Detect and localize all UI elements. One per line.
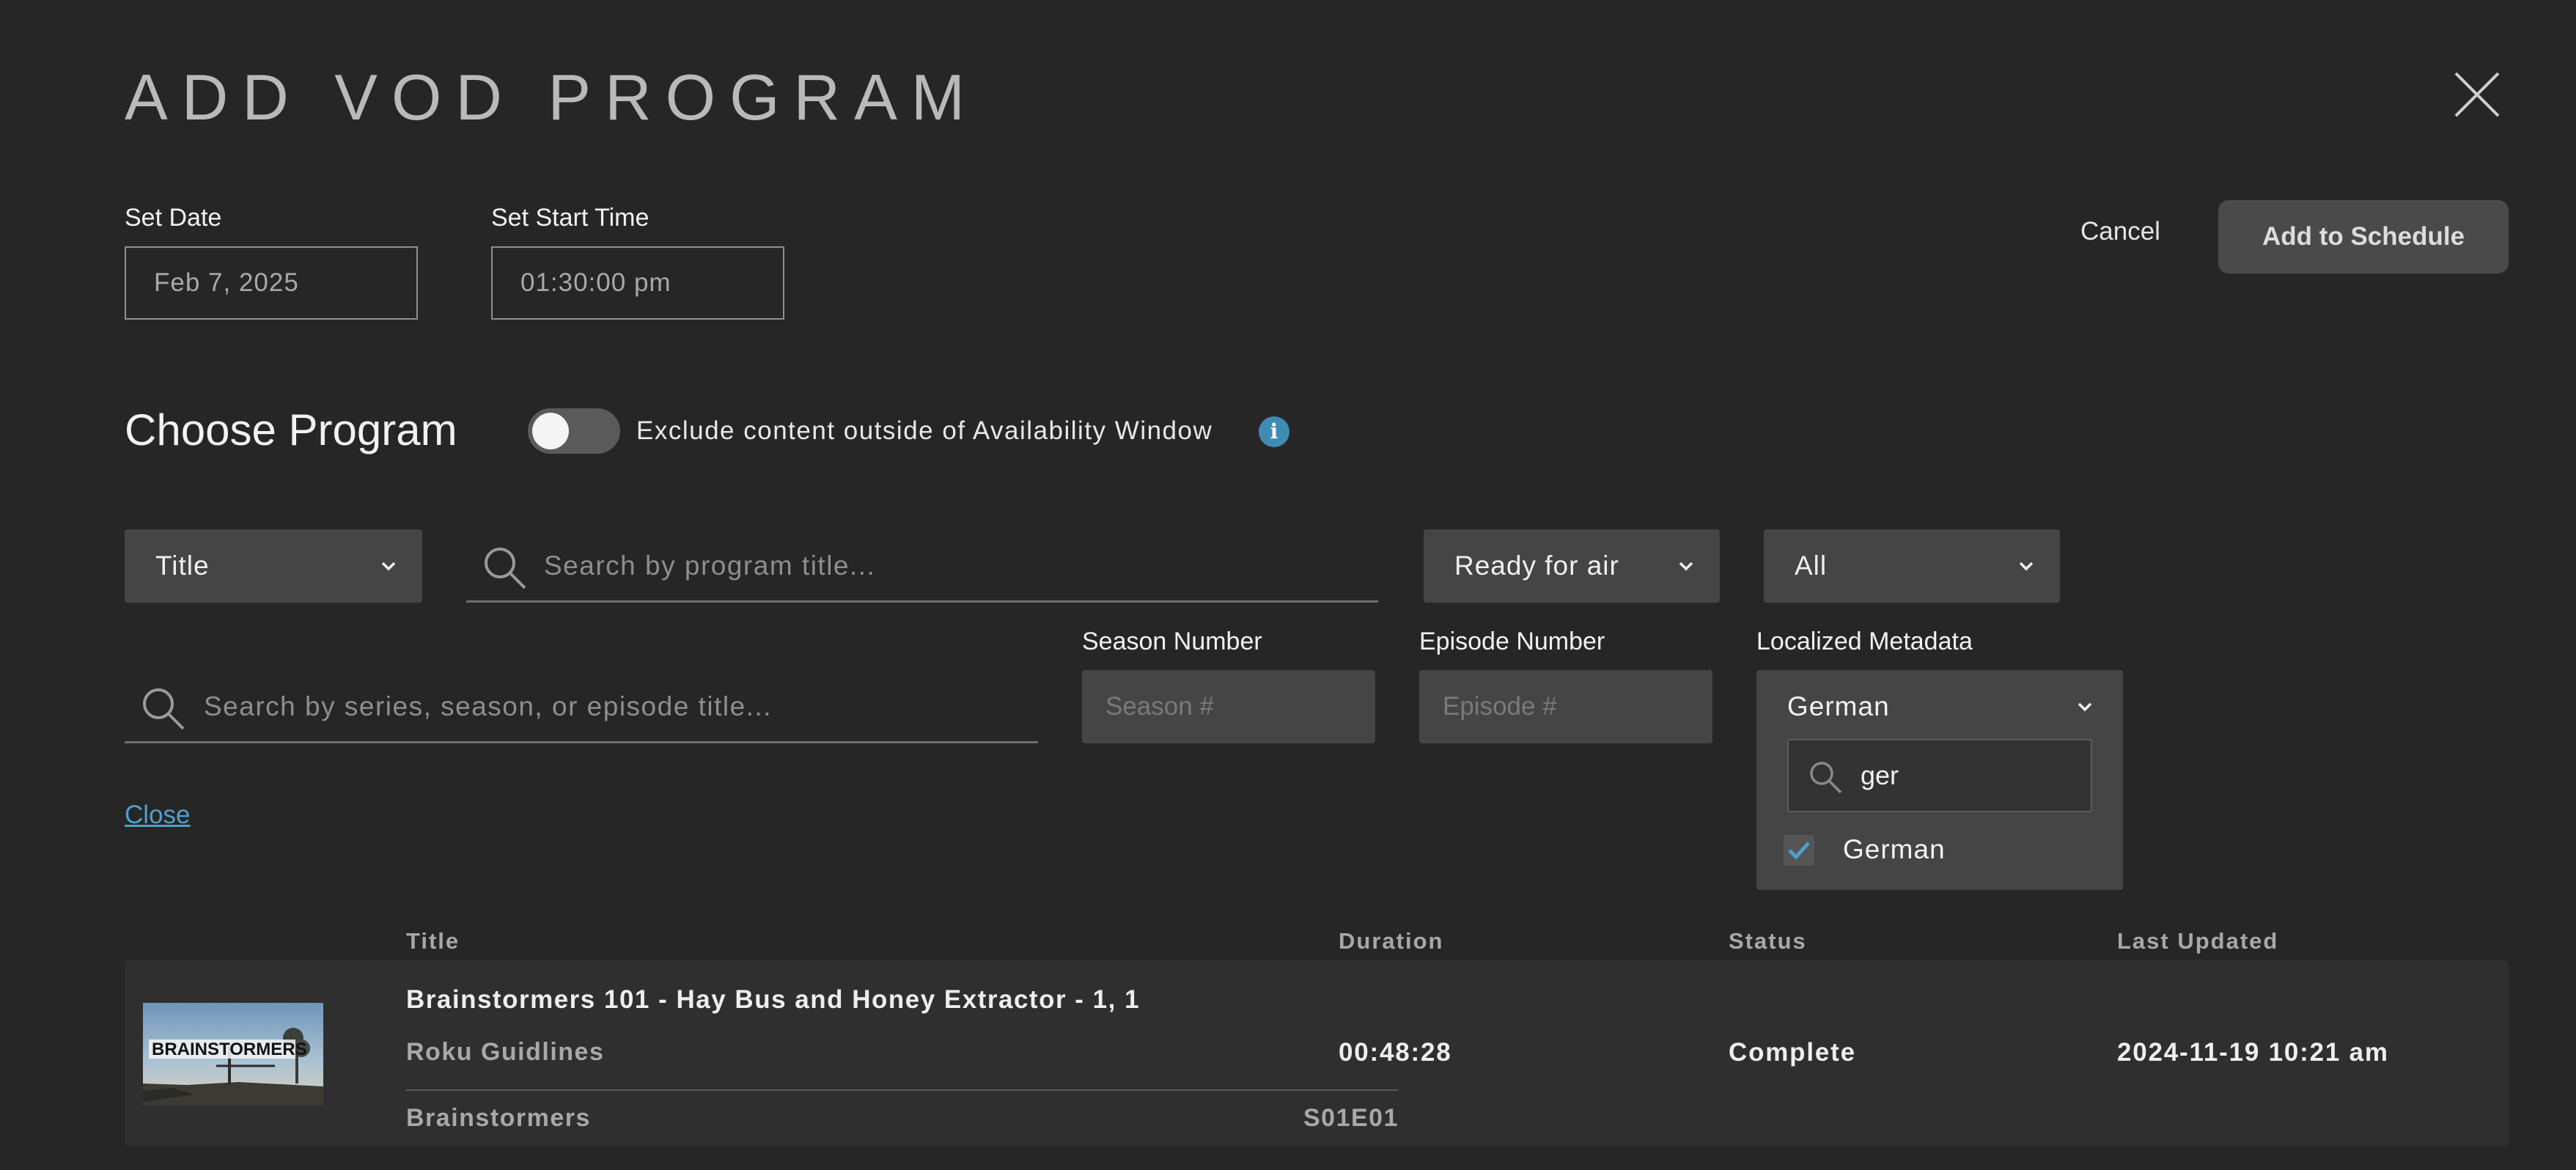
row-duration: 00:48:28 — [1339, 1038, 1452, 1067]
row-subtitle: Roku Guidlines — [406, 1038, 605, 1066]
row-status: Complete — [1729, 1038, 1856, 1067]
localized-metadata-label: Localized Metadata — [1756, 628, 1973, 655]
toggle-knob — [532, 413, 569, 449]
chevron-down-icon — [381, 562, 396, 571]
status-filter-select[interactable]: Ready for air — [1424, 529, 1720, 603]
search-icon — [143, 688, 185, 730]
thumbnail-logo-text: BRAINSTORMERS — [152, 1040, 307, 1059]
cancel-button[interactable]: Cancel — [2080, 217, 2160, 246]
close-filters-link[interactable]: Close — [125, 801, 190, 830]
chevron-down-icon — [1679, 562, 1693, 571]
column-header-title[interactable]: Title — [406, 928, 460, 954]
chevron-down-icon[interactable] — [2076, 698, 2094, 715]
set-start-time-label: Set Start Time — [491, 204, 649, 232]
series-search-input[interactable]: Search by series, season, or episode tit… — [125, 670, 1038, 743]
episode-number-label: Episode Number — [1419, 628, 1605, 655]
status-filter-value: Ready for air — [1454, 551, 1619, 581]
choose-program-heading: Choose Program — [125, 405, 457, 455]
localized-metadata-search-value: ger — [1861, 760, 1899, 790]
row-episode-code: S01E01 — [1303, 1104, 1399, 1132]
search-field-select-value: Title — [155, 551, 210, 581]
search-field-select[interactable]: Title — [125, 529, 422, 603]
search-icon — [1810, 762, 1842, 794]
season-number-input[interactable]: Season # — [1082, 670, 1375, 743]
type-filter-select[interactable]: All — [1764, 529, 2060, 603]
column-header-duration[interactable]: Duration — [1339, 928, 1443, 954]
page-title: ADD VOD PROGRAM — [125, 61, 979, 133]
info-icon[interactable]: i — [1259, 416, 1289, 447]
type-filter-value: All — [1795, 551, 1828, 581]
add-to-schedule-button[interactable]: Add to Schedule — [2218, 200, 2509, 273]
program-search-placeholder: Search by program title... — [544, 551, 876, 581]
season-number-label: Season Number — [1082, 628, 1262, 655]
program-search-input[interactable]: Search by program title... — [466, 529, 1378, 603]
localized-option-label: German — [1843, 834, 1946, 864]
series-search-placeholder: Search by series, season, or episode tit… — [204, 691, 772, 721]
search-icon — [485, 548, 526, 589]
availability-window-toggle[interactable] — [528, 408, 620, 454]
set-date-field[interactable]: Feb 7, 2025 — [125, 246, 418, 320]
row-series: Brainstormers — [406, 1104, 591, 1132]
program-thumbnail: BRAINSTORMERS — [143, 1003, 323, 1105]
column-header-status[interactable]: Status — [1729, 928, 1807, 954]
checkbox-checked-icon[interactable] — [1783, 834, 1815, 867]
row-last-updated: 2024-11-19 10:21 am — [2117, 1038, 2389, 1067]
localized-metadata-dropdown[interactable]: German ger German — [1756, 670, 2123, 890]
chevron-down-icon — [2019, 562, 2034, 571]
close-icon[interactable] — [2453, 70, 2501, 119]
localized-metadata-selected: German — [1787, 691, 1890, 721]
localized-metadata-search-input[interactable]: ger — [1787, 739, 2092, 812]
table-row[interactable]: BRAINSTORMERS Brainstormers 101 - Hay Bu… — [125, 960, 2509, 1147]
episode-number-input[interactable]: Episode # — [1419, 670, 1712, 743]
availability-window-label: Exclude content outside of Availability … — [636, 416, 1213, 445]
row-title: Brainstormers 101 - Hay Bus and Honey Ex… — [406, 985, 1141, 1014]
set-date-label: Set Date — [125, 204, 222, 232]
column-header-last-updated[interactable]: Last Updated — [2117, 928, 2278, 954]
set-start-time-field[interactable]: 01:30:00 pm — [491, 246, 784, 320]
row-divider — [406, 1089, 1399, 1091]
localized-option-german[interactable]: German — [1783, 824, 2098, 875]
